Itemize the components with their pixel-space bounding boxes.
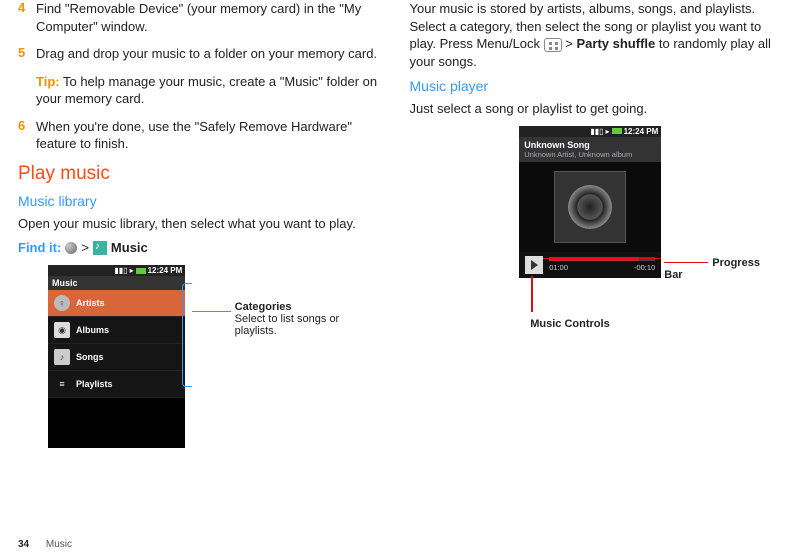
player-body: Just select a song or playlist to get go… <box>410 100 772 118</box>
callout-body: Select to list songs or playlists. <box>235 313 380 337</box>
play-button[interactable] <box>525 256 543 274</box>
library-body: Open your music library, then select wha… <box>18 215 380 233</box>
find-it-label: Find it: <box>18 240 61 255</box>
right-column: Your music is stored by artists, albums,… <box>410 0 772 448</box>
step-4: 4 Find "Removable Device" (your memory c… <box>18 0 380 35</box>
step-text: Find "Removable Device" (your memory car… <box>36 0 380 35</box>
callout-line <box>192 311 231 312</box>
play-icon <box>531 260 538 270</box>
status-bar: ▮▮▯ ▸ 12:24 PM <box>519 126 661 137</box>
battery-icon <box>612 128 622 134</box>
step-text: When you're done, use the "Safely Remove… <box>36 118 380 153</box>
find-sep: > <box>81 240 89 255</box>
network-icon: ▸ <box>606 127 610 136</box>
status-time: 12:24 PM <box>148 266 183 275</box>
album-art <box>554 171 626 243</box>
music-app-icon <box>93 241 107 255</box>
now-playing-header: Unknown Song Unknown Artist, Unknown alb… <box>519 137 661 162</box>
signal-icon: ▮▮▯ <box>114 266 127 275</box>
subheading-music-library: Music library <box>18 193 380 209</box>
network-icon: ▸ <box>130 266 134 275</box>
albums-icon: ◉ <box>54 322 70 338</box>
category-songs[interactable]: ♪ Songs <box>48 344 185 371</box>
menu-lock-key-icon <box>544 38 562 52</box>
player-controls-row: 01:00 -00:10 <box>519 252 661 278</box>
phone-player: ▮▮▯ ▸ 12:24 PM Unknown Song Unknown Arti… <box>519 126 661 278</box>
category-playlists[interactable]: ≡ Playlists <box>48 371 185 398</box>
callout-line-progress <box>543 258 661 260</box>
step-text: Drag and drop your music to a folder on … <box>36 45 380 63</box>
left-column: 4 Find "Removable Device" (your memory c… <box>18 0 380 448</box>
screen-title: Music <box>48 276 185 290</box>
step-number: 4 <box>18 0 36 35</box>
time-elapsed: 01:00 <box>549 263 568 272</box>
callout-music-controls: Music Controls <box>530 316 609 330</box>
callout-title: Categories <box>235 301 380 313</box>
find-it-line: Find it: > Music <box>18 240 380 255</box>
callout-categories: Categories Select to list songs or playl… <box>235 301 380 337</box>
page-number: 34 <box>18 539 29 550</box>
playlists-icon: ≡ <box>54 376 70 392</box>
album-art-area <box>519 162 661 252</box>
launcher-icon <box>65 242 77 254</box>
heading-play-music: Play music <box>18 163 380 185</box>
step-number: 6 <box>18 118 36 153</box>
song-title: Unknown Song <box>524 140 656 150</box>
callout-label: Progress Bar <box>664 257 760 281</box>
subheading-music-player: Music player <box>410 78 772 94</box>
tip-block: Tip: To help manage your music, create a… <box>36 73 380 108</box>
callout-label: Music Controls <box>530 318 609 330</box>
tip-text: To help manage your music, create a "Mus… <box>36 74 377 107</box>
time-remaining: -00:10 <box>634 263 655 272</box>
right-intro: Your music is stored by artists, albums,… <box>410 0 772 70</box>
disc-icon <box>568 185 612 229</box>
phone-library: ▮▮▯ ▸ 12:24 PM Music ♀ Artists ◉ Albums … <box>48 265 185 448</box>
section-name: Music <box>46 539 72 550</box>
callout-bracket <box>182 283 192 387</box>
step-5: 5 Drag and drop your music to a folder o… <box>18 45 380 63</box>
callout-line-controls <box>531 276 533 312</box>
artist-album: Unknown Artist, Unknown album <box>524 150 656 159</box>
status-bar: ▮▮▯ ▸ 12:24 PM <box>48 265 185 276</box>
artists-icon: ♀ <box>54 295 70 311</box>
progress-column: 01:00 -00:10 <box>549 257 655 272</box>
tip-label: Tip: <box>36 74 60 89</box>
category-label: Playlists <box>76 379 113 389</box>
step-number: 5 <box>18 45 36 63</box>
status-time: 12:24 PM <box>624 127 659 136</box>
songs-icon: ♪ <box>54 349 70 365</box>
time-row: 01:00 -00:10 <box>549 263 655 272</box>
callout-line <box>664 262 708 263</box>
player-phone-figure: ▮▮▯ ▸ 12:24 PM Unknown Song Unknown Arti… <box>410 126 772 278</box>
category-artists[interactable]: ♀ Artists <box>48 290 185 317</box>
battery-icon <box>136 268 146 274</box>
callout-progress-bar: Progress Bar <box>664 257 771 281</box>
category-label: Artists <box>76 298 105 308</box>
party-shuffle: Party shuffle <box>577 36 656 51</box>
find-app-name: Music <box>111 240 148 255</box>
page-footer: 34 Music <box>18 539 72 550</box>
step-6: 6 When you're done, use the "Safely Remo… <box>18 118 380 153</box>
intro-part-b: > <box>565 36 576 51</box>
library-phone-figure: ▮▮▯ ▸ 12:24 PM Music ♀ Artists ◉ Albums … <box>48 265 380 448</box>
category-label: Albums <box>76 325 109 335</box>
category-albums[interactable]: ◉ Albums <box>48 317 185 344</box>
signal-icon: ▮▮▯ <box>590 127 603 136</box>
phone-empty-area <box>48 398 185 448</box>
category-label: Songs <box>76 352 104 362</box>
